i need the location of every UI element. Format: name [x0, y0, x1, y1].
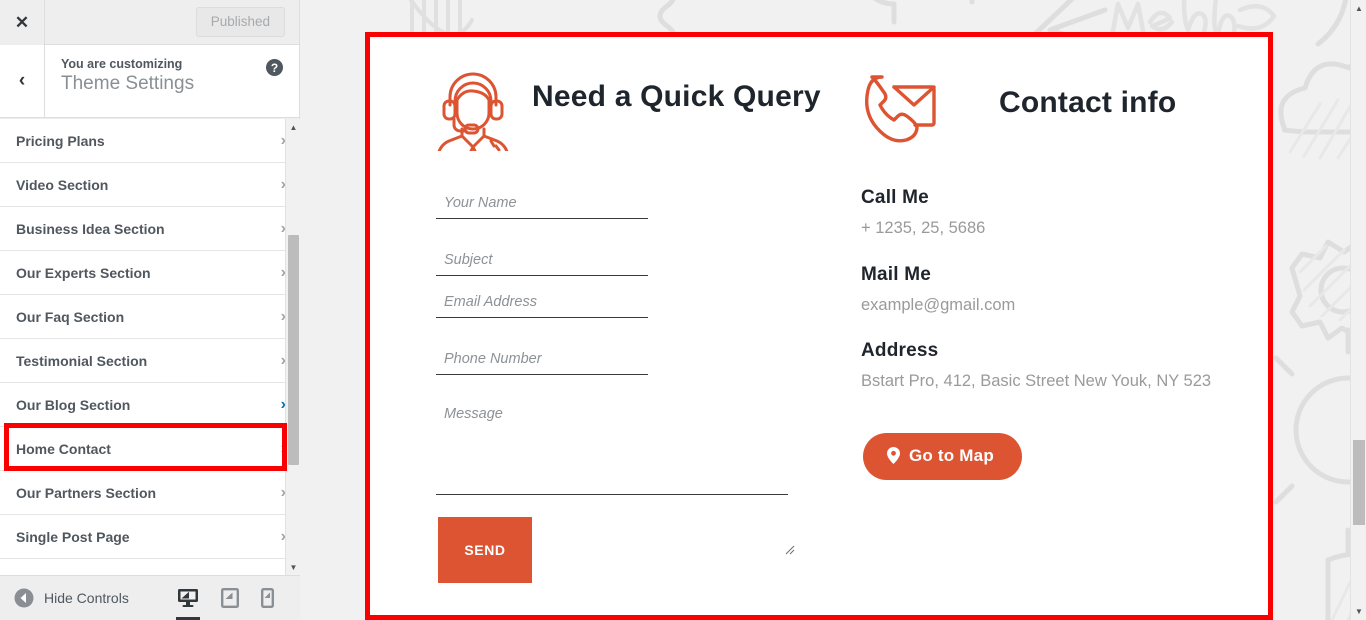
mobile-icon: [261, 588, 274, 608]
desktop-icon: [178, 589, 198, 607]
customizer-footer: Hide Controls: [0, 575, 300, 620]
sidebar-item-label: Our Blog Section: [16, 396, 131, 413]
back-button[interactable]: ‹: [0, 45, 45, 117]
device-tablet-button[interactable]: [221, 588, 239, 608]
sidebar-item-pricing-plans[interactable]: Pricing Plans ›: [0, 119, 300, 163]
page-scroll-down-arrow-icon[interactable]: ▼: [1351, 603, 1366, 620]
sidebar-item-label: Pricing Plans: [16, 132, 105, 149]
sidebar-item-label: Testimonial Section: [16, 352, 148, 369]
phone-number-input[interactable]: [436, 345, 648, 375]
support-agent-headset-icon: [437, 72, 509, 151]
customizer-sidebar: ✕ Published ‹ You are customizing Theme …: [0, 0, 300, 620]
your-name-input[interactable]: [436, 189, 648, 219]
mail-me-value: example@gmail.com: [861, 295, 1016, 314]
publish-area: Published: [45, 0, 299, 44]
highlighted-contact-section: Need a Quick Query SEND: [365, 32, 1273, 620]
sidebar-item-label: Single Post Page: [16, 528, 130, 545]
map-pin-icon: [887, 447, 900, 465]
sidebar-item-our-blog-section[interactable]: Our Blog Section ›: [0, 383, 300, 427]
device-preview-switcher: [176, 588, 286, 620]
quick-query-form: SEND: [436, 189, 831, 583]
email-address-input[interactable]: [436, 288, 648, 318]
collapse-arrow-icon: [14, 588, 34, 608]
hide-controls-label: Hide Controls: [44, 590, 129, 606]
published-button[interactable]: Published: [195, 7, 285, 37]
contact-info-header: Contact info: [861, 67, 1268, 175]
sidebar-scrollbar-thumb[interactable]: [288, 235, 299, 465]
sidebar-item-video-section[interactable]: Video Section ›: [0, 163, 300, 207]
page-scrollbar[interactable]: ▲ ▼: [1350, 0, 1366, 620]
sidebar-item-our-partners-section[interactable]: Our Partners Section ›: [0, 471, 300, 515]
page-scrollbar-thumb[interactable]: [1353, 440, 1365, 525]
go-to-map-label: Go to Map: [909, 445, 994, 465]
mail-me-heading: Mail Me: [861, 263, 932, 285]
hide-controls-button[interactable]: Hide Controls: [14, 588, 129, 608]
page-scroll-up-arrow-icon[interactable]: ▲: [1351, 0, 1366, 17]
sidebar-item-home-contact[interactable]: Home Contact ›: [0, 427, 300, 471]
customizer-panel-header: ‹ You are customizing Theme Settings ?: [0, 45, 299, 118]
sidebar-item-social-icons[interactable]: Social Icons ›: [0, 559, 300, 575]
theme-settings-title: Theme Settings: [61, 73, 195, 94]
help-icon[interactable]: ?: [266, 59, 283, 76]
sidebar-item-label: Business Idea Section: [16, 220, 165, 237]
sidebar-item-label: Our Partners Section: [16, 484, 157, 501]
contact-info-column: Contact info Call Me + 1235, 25, 5686 Ma…: [861, 67, 1268, 615]
device-mobile-button[interactable]: [261, 588, 274, 608]
tablet-icon: [221, 588, 239, 608]
sidebar-item-label: Home Contact: [16, 440, 111, 457]
sidebar-item-label: Video Section: [16, 176, 109, 193]
close-customizer-button[interactable]: ✕: [0, 0, 45, 45]
scroll-down-arrow-icon[interactable]: ▼: [286, 559, 301, 575]
sidebar-item-testimonial-section[interactable]: Testimonial Section ›: [0, 339, 300, 383]
customizer-screen: Need a Quick Query SEND: [0, 0, 1366, 620]
sidebar-item-label: Our Faq Section: [16, 308, 125, 325]
quick-query-header: Need a Quick Query: [436, 67, 831, 175]
quick-query-column: Need a Quick Query SEND: [436, 67, 831, 615]
subject-input[interactable]: [436, 246, 648, 276]
go-to-map-button[interactable]: Go to Map: [863, 432, 1022, 480]
sidebar-item-business-idea-section[interactable]: Business Idea Section ›: [0, 207, 300, 251]
contact-info-list: Call Me + 1235, 25, 5686 Mail Me example…: [861, 187, 1268, 395]
customizer-topbar: ✕ Published: [0, 0, 299, 45]
customizing-label: You are customizing: [61, 57, 183, 71]
sidebar-item-label: Our Experts Section: [16, 264, 151, 281]
call-me-heading: Call Me: [861, 187, 929, 208]
contact-info-title: Contact info: [999, 86, 1177, 119]
phone-envelope-icon: [864, 75, 936, 143]
sidebar-item-our-faq-section[interactable]: Our Faq Section ›: [0, 295, 300, 339]
device-desktop-button[interactable]: [176, 588, 200, 620]
address-value: Bstart Pro, 412, Basic Street New Youk, …: [861, 372, 1212, 391]
sidebar-item-single-post-page[interactable]: Single Post Page ›: [0, 515, 300, 559]
sidebar-item-our-experts-section[interactable]: Our Experts Section ›: [0, 251, 300, 295]
scroll-up-arrow-icon[interactable]: ▲: [286, 119, 301, 135]
message-textarea[interactable]: [436, 400, 788, 495]
sidebar-scrollbar[interactable]: ▲ ▼: [285, 119, 300, 575]
customizer-section-list: Pricing Plans › Video Section › Business…: [0, 119, 300, 575]
address-heading: Address: [861, 340, 939, 362]
send-button[interactable]: SEND: [438, 517, 532, 583]
quick-query-title: Need a Quick Query: [532, 80, 821, 113]
call-me-value: + 1235, 25, 5686: [861, 219, 986, 237]
